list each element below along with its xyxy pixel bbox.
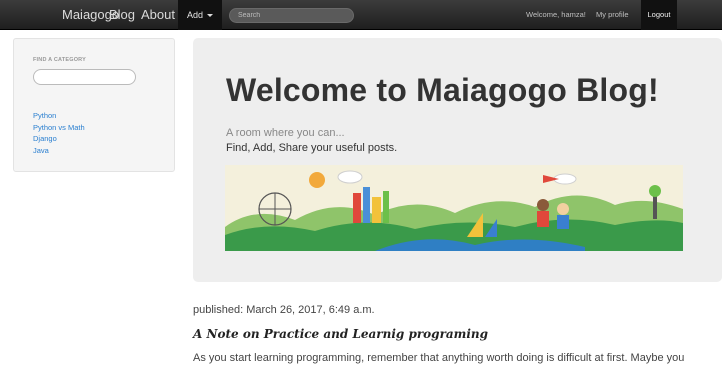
category-sidebar: FIND A CATEGORY Python Python vs Math Dj…	[13, 38, 175, 172]
my-profile-link[interactable]: My profile	[596, 0, 629, 30]
category-link[interactable]: Java	[33, 145, 85, 157]
search-input[interactable]	[229, 8, 354, 23]
post-published-date: published: March 26, 2017, 6:49 a.m.	[193, 304, 375, 316]
welcome-text: Welcome, hamza!	[526, 10, 586, 19]
hero-jumbotron: Welcome to Maiagogo Blog! A room where y…	[193, 38, 722, 282]
nav-about-link[interactable]: About	[141, 0, 175, 30]
hero-subtitle: A room where you can...	[226, 127, 345, 139]
caret-down-icon	[207, 14, 213, 18]
category-header: FIND A CATEGORY	[33, 57, 87, 63]
category-link[interactable]: Python vs Math	[33, 122, 85, 134]
post-excerpt: As you start learning programming, remem…	[193, 352, 685, 364]
logout-button[interactable]: Logout	[641, 0, 677, 30]
hero-title: Welcome to Maiagogo Blog!	[226, 72, 659, 108]
post-title-link[interactable]: A Note on Practice and Learnig programin…	[193, 327, 488, 341]
category-list: Python Python vs Math Django Java	[33, 110, 85, 156]
category-link[interactable]: Python	[33, 110, 85, 122]
category-search-input[interactable]	[33, 69, 136, 85]
top-navbar: Maiagogo Blog About Add Welcome, hamza! …	[0, 0, 722, 30]
category-link[interactable]: Django	[33, 133, 85, 145]
add-dropdown[interactable]: Add	[178, 0, 222, 30]
hero-illustration	[225, 165, 683, 251]
add-dropdown-label: Add	[186, 10, 203, 20]
hero-tagline: Find, Add, Share your useful posts.	[226, 142, 398, 154]
nav-blog-link[interactable]: Blog	[109, 0, 135, 30]
